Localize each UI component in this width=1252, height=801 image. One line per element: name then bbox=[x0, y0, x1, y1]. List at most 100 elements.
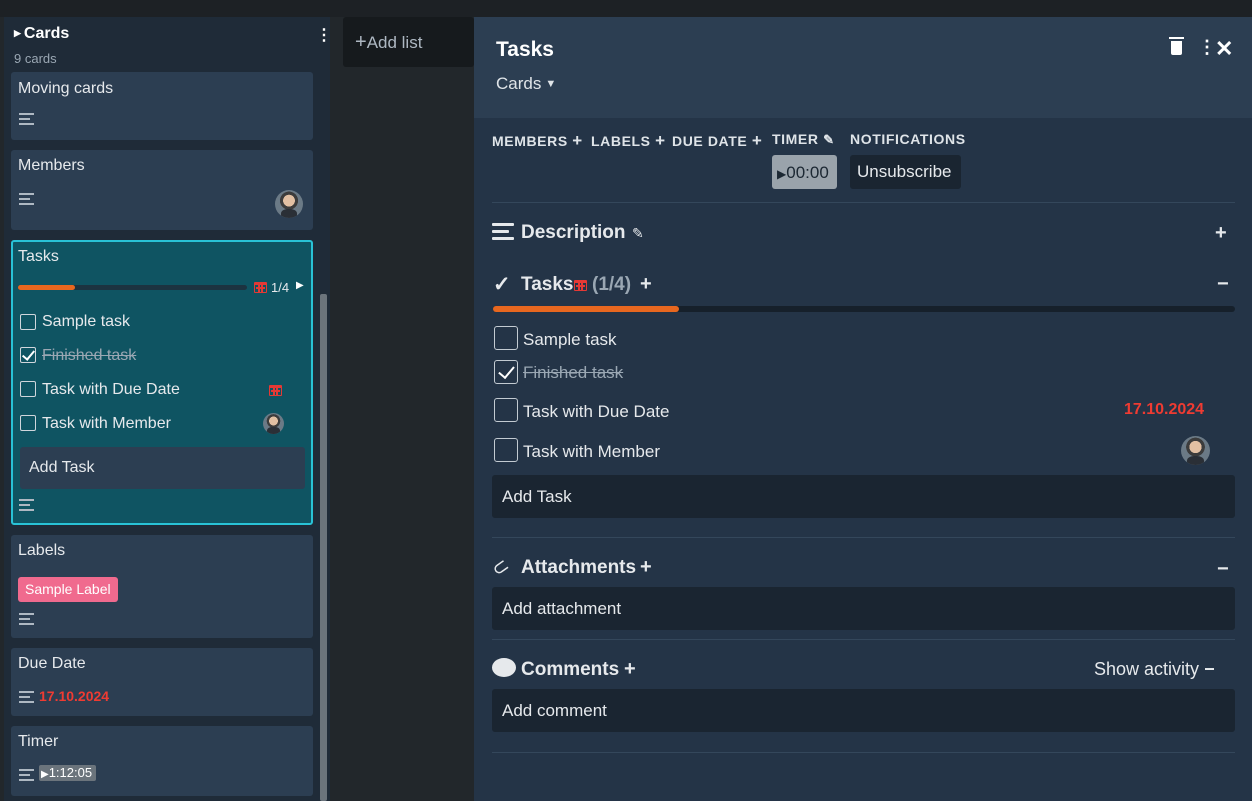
list-selector-label: Cards bbox=[496, 74, 542, 93]
panel-header: Tasks Cards ▼ ⋮ ✕ bbox=[474, 17, 1252, 118]
attachments-title: Attachments bbox=[521, 557, 637, 578]
collapse-tasks-icon[interactable]: − bbox=[1217, 273, 1229, 296]
tasks-progress-label: 1/4 bbox=[271, 280, 290, 295]
caret-right-icon[interactable]: ▶ bbox=[14, 28, 21, 38]
show-activity-label: Show activity bbox=[1094, 659, 1200, 679]
due-date-label[interactable]: DUE DATE + bbox=[672, 131, 762, 151]
card-detail-panel: Tasks Cards ▼ ⋮ ✕ MEMBERS + LABELS + DUE … bbox=[474, 17, 1252, 801]
task-label[interactable]: Sample task bbox=[42, 313, 130, 331]
description-icon bbox=[19, 193, 34, 205]
card-detail-title[interactable]: Tasks bbox=[496, 38, 554, 62]
labels-label[interactable]: LABELS + bbox=[591, 131, 666, 151]
members-label-text: MEMBERS bbox=[492, 133, 568, 149]
card-list: ▶ Cards 9 cards ⋮ Moving cards Members Ta… bbox=[4, 17, 330, 801]
calendar-icon bbox=[254, 282, 267, 293]
list-menu-icon[interactable]: ⋮ bbox=[316, 25, 330, 45]
add-task-icon[interactable]: + bbox=[640, 273, 652, 296]
labels-label-text: LABELS bbox=[591, 133, 651, 149]
card-labels[interactable]: Labels Sample Label bbox=[11, 535, 313, 638]
list-selector[interactable]: Cards ▼ bbox=[496, 74, 556, 94]
members-label[interactable]: MEMBERS + bbox=[492, 131, 583, 151]
more-options-icon[interactable]: ⋮ bbox=[1198, 38, 1216, 56]
task-label[interactable]: Sample task bbox=[523, 330, 617, 350]
description-icon bbox=[19, 499, 34, 511]
card-tasks[interactable]: Tasks 1/4 ▶ Sample task Finished task Ta… bbox=[11, 240, 313, 525]
member-avatar[interactable] bbox=[275, 190, 303, 218]
timer-label-text: TIMER bbox=[772, 131, 819, 147]
task-checkbox[interactable] bbox=[494, 438, 518, 462]
plus-icon[interactable]: + bbox=[572, 131, 583, 150]
add-comment-icon[interactable]: + bbox=[624, 658, 636, 681]
list-header: ▶ Cards 9 cards ⋮ bbox=[4, 17, 330, 73]
add-attachment-icon[interactable]: + bbox=[640, 556, 652, 579]
task-checkbox[interactable] bbox=[20, 314, 36, 330]
calendar-icon[interactable] bbox=[574, 280, 587, 291]
pencil-icon[interactable]: ✎ bbox=[632, 225, 644, 242]
caret-down-icon: ▼ bbox=[545, 78, 557, 90]
tasks-progress-bar bbox=[493, 306, 1235, 312]
plus-icon[interactable]: + bbox=[752, 131, 763, 150]
section-divider bbox=[492, 202, 1235, 203]
timer-button[interactable]: ▶00:00 bbox=[772, 155, 837, 189]
collapse-attachments-icon[interactable]: − bbox=[1217, 558, 1229, 581]
task-label[interactable]: Task with Due Date bbox=[523, 402, 669, 422]
due-date-badge[interactable]: 17.10.2024 bbox=[39, 688, 109, 704]
list-title[interactable]: ▶ Cards bbox=[14, 25, 69, 43]
description-title: Description bbox=[521, 222, 626, 243]
task-due-date[interactable]: 17.10.2024 bbox=[1124, 401, 1204, 419]
card-members[interactable]: Members bbox=[11, 150, 313, 230]
card-title: Timer bbox=[18, 733, 59, 750]
timer-badge[interactable]: ▶1:12:05 bbox=[39, 765, 97, 781]
plus-icon: + bbox=[355, 31, 367, 53]
add-attachment-button[interactable]: Add attachment bbox=[492, 587, 1235, 630]
member-avatar[interactable] bbox=[263, 413, 284, 434]
task-label[interactable]: Finished task bbox=[523, 363, 623, 383]
add-task-button[interactable]: Add Task bbox=[20, 447, 305, 489]
task-checkbox[interactable] bbox=[20, 347, 36, 363]
tasks-progress-bar bbox=[18, 285, 247, 290]
comment-icon bbox=[492, 658, 516, 677]
add-description-icon[interactable]: + bbox=[1215, 222, 1227, 245]
card-moving-cards[interactable]: Moving cards bbox=[11, 72, 313, 140]
timer-label[interactable]: TIMER ✎ bbox=[772, 131, 835, 148]
checkmark-icon: ✓ bbox=[493, 273, 511, 296]
tasks-section-title: Tasks bbox=[521, 274, 574, 295]
list-scrollbar[interactable] bbox=[320, 294, 327, 801]
add-list-label: Add list bbox=[366, 33, 423, 52]
description-icon bbox=[19, 769, 34, 781]
calendar-icon[interactable] bbox=[269, 385, 282, 396]
play-icon: ▶ bbox=[777, 167, 787, 181]
task-label[interactable]: Finished task bbox=[42, 347, 136, 365]
close-icon[interactable]: ✕ bbox=[1215, 36, 1233, 62]
chevron-right-icon[interactable]: ▶ bbox=[296, 280, 304, 291]
list-card-count: 9 cards bbox=[14, 51, 57, 66]
task-checkbox[interactable] bbox=[494, 398, 518, 422]
top-bar bbox=[0, 0, 1252, 17]
show-activity-toggle[interactable]: Show activity − bbox=[1094, 659, 1215, 680]
plus-icon[interactable]: + bbox=[655, 131, 666, 150]
card-title: Members bbox=[18, 157, 85, 174]
card-timer[interactable]: Timer ▶1:12:05 bbox=[11, 726, 313, 796]
member-avatar[interactable] bbox=[1181, 436, 1210, 465]
unsubscribe-button[interactable]: Unsubscribe bbox=[850, 155, 961, 189]
task-label[interactable]: Task with Due Date bbox=[42, 381, 180, 399]
label-chip[interactable]: Sample Label bbox=[18, 577, 118, 602]
card-title: Tasks bbox=[18, 248, 59, 265]
pencil-icon[interactable]: ✎ bbox=[823, 132, 835, 147]
task-checkbox[interactable] bbox=[494, 326, 518, 350]
add-task-input[interactable]: Add Task bbox=[492, 475, 1235, 518]
description-icon bbox=[19, 691, 34, 703]
task-label[interactable]: Task with Member bbox=[523, 442, 660, 462]
tasks-count: (1/4) bbox=[592, 274, 632, 295]
add-comment-input[interactable]: Add comment bbox=[492, 689, 1235, 732]
task-label[interactable]: Task with Member bbox=[42, 415, 171, 433]
add-list-button[interactable]: +Add list bbox=[343, 17, 474, 67]
play-icon: ▶ bbox=[41, 769, 49, 780]
task-checkbox[interactable] bbox=[20, 415, 36, 431]
card-title: Moving cards bbox=[18, 80, 114, 97]
card-title: Due Date bbox=[18, 655, 86, 672]
trash-icon[interactable] bbox=[1169, 37, 1184, 55]
task-checkbox[interactable] bbox=[20, 381, 36, 397]
task-checkbox[interactable] bbox=[494, 360, 518, 384]
card-due-date[interactable]: Due Date 17.10.2024 bbox=[11, 648, 313, 716]
